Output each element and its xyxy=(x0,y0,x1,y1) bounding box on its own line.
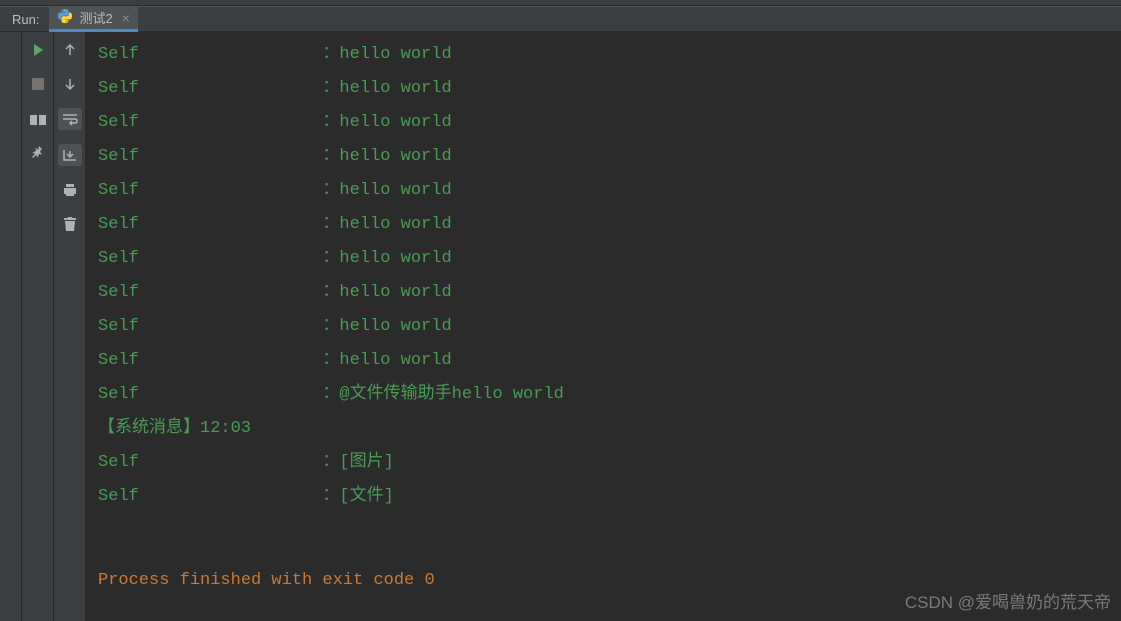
rerun-button[interactable] xyxy=(28,40,48,60)
down-arrow-icon[interactable] xyxy=(60,74,80,94)
console-line: Self ：hello world xyxy=(98,208,1109,242)
run-config-name: 测试2 xyxy=(79,8,112,27)
python-icon xyxy=(57,8,73,27)
scroll-to-end-button[interactable] xyxy=(58,144,82,166)
console-line: Self ：@文件传输助手hello world xyxy=(98,378,1109,412)
up-arrow-icon[interactable] xyxy=(60,40,80,60)
console-line: Self ：hello world xyxy=(98,344,1109,378)
left-gutter: ★ 2: Favorites xyxy=(0,32,22,621)
console-line: Self ：[图片] xyxy=(98,446,1109,480)
console-line: Self ：hello world xyxy=(98,38,1109,72)
run-config-tab[interactable]: 测试2 × xyxy=(49,6,137,32)
console-line: Self ：[文件] xyxy=(98,480,1109,514)
console-line: Self ：hello world xyxy=(98,72,1109,106)
star-icon: ★ xyxy=(0,579,2,591)
console-line: Self ：hello world xyxy=(98,310,1109,344)
stop-button[interactable] xyxy=(28,74,48,94)
run-toolbar-primary xyxy=(22,32,54,621)
layout-button[interactable] xyxy=(28,108,48,128)
run-label: Run: xyxy=(12,12,39,27)
close-icon[interactable]: × xyxy=(122,10,130,26)
console-output[interactable]: Self ：hello worldSelf ：hello worldSelf ：… xyxy=(86,32,1121,621)
favorites-tool-tab[interactable]: ★ 2: Favorites xyxy=(0,518,2,591)
print-button[interactable] xyxy=(60,180,80,200)
console-line: Self ：hello world xyxy=(98,106,1109,140)
run-toolbar-secondary xyxy=(54,32,86,621)
pin-button[interactable] xyxy=(28,142,48,162)
console-line: 【系统消息】12:03 xyxy=(98,412,1109,446)
soft-wrap-button[interactable] xyxy=(58,108,82,130)
watermark: CSDN @爱喝兽奶的荒天帝 xyxy=(905,588,1111,613)
console-line: Self ：hello world xyxy=(98,140,1109,174)
trash-button[interactable] xyxy=(60,214,80,234)
console-line: Self ：hello world xyxy=(98,276,1109,310)
run-tool-header: Run: 测试2 × xyxy=(0,6,1121,32)
console-line: Self ：hello world xyxy=(98,242,1109,276)
console-line: Self ：hello world xyxy=(98,174,1109,208)
